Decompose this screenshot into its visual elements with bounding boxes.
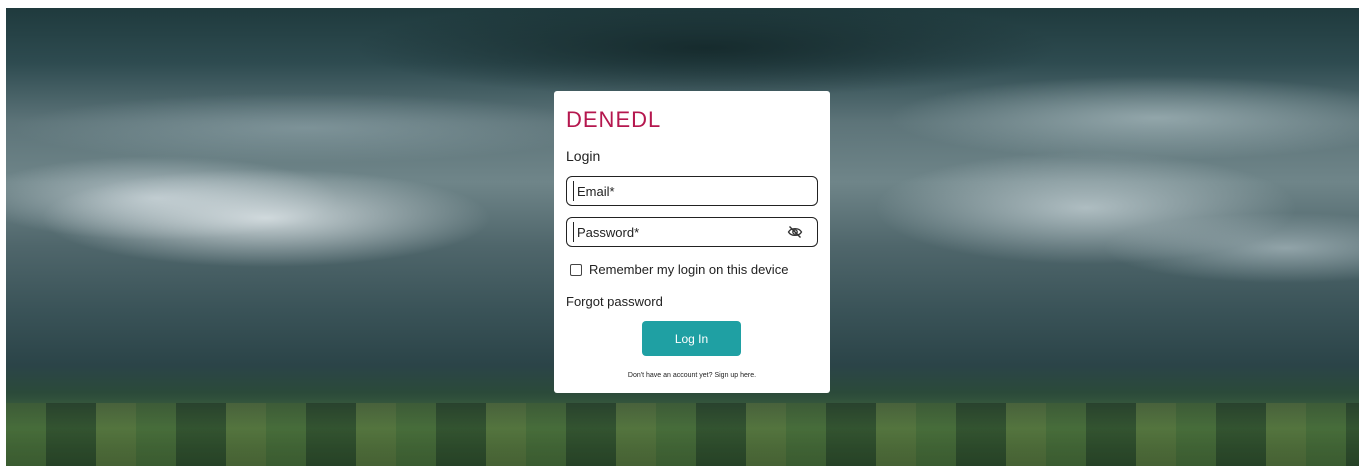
forgot-password-link[interactable]: Forgot password: [566, 294, 663, 309]
background-fields: [6, 403, 1359, 466]
login-card: DENEDL Login Remember my login on this d…: [554, 91, 830, 393]
signup-link[interactable]: Don't have an account yet? Sign up here.: [554, 372, 830, 379]
remember-login[interactable]: Remember my login on this device: [570, 262, 788, 277]
email-input[interactable]: [577, 177, 787, 205]
remember-label: Remember my login on this device: [589, 262, 789, 277]
password-field[interactable]: [566, 217, 818, 247]
login-button[interactable]: Log In: [642, 321, 741, 356]
brand-logo: DENEDL: [566, 107, 662, 132]
password-input[interactable]: [577, 218, 787, 246]
eye-slash-icon[interactable]: [787, 225, 803, 239]
login-heading: Login: [566, 148, 601, 164]
email-field[interactable]: [566, 176, 818, 206]
remember-checkbox[interactable]: [570, 263, 582, 276]
